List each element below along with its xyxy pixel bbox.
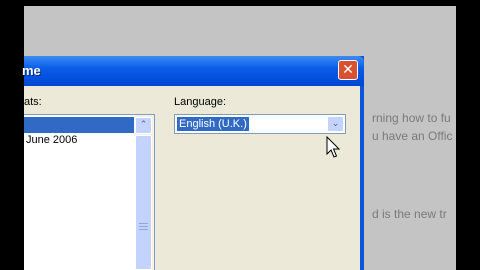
letterbox-right: [456, 0, 480, 270]
scroll-up-button[interactable]: ⌃: [135, 117, 152, 134]
close-icon: ✕: [342, 62, 354, 78]
language-select-value: English (U.K.): [177, 117, 249, 131]
grip-icon: [139, 223, 148, 224]
grip-icon: [139, 226, 148, 227]
scroll-thumb[interactable]: [135, 135, 152, 270]
document-text-line: u have an Offic: [372, 129, 453, 143]
grip-icon: [139, 229, 148, 230]
language-select-dropdown-button[interactable]: ⌄: [327, 116, 344, 132]
letterbox-left: [0, 0, 24, 270]
list-item[interactable]: June 2006: [26, 134, 77, 146]
vertical-scrollbar[interactable]: ⌃: [135, 115, 154, 270]
language-select[interactable]: English (U.K.) ⌄: [174, 114, 346, 134]
dialog-titlebar[interactable]: me ✕: [22, 56, 364, 86]
dialog-title: me: [22, 63, 41, 78]
language-label: Language:: [174, 96, 226, 108]
document-text-line: d is the new tr: [372, 207, 447, 221]
close-button[interactable]: ✕: [338, 60, 358, 80]
formats-label: ats:: [24, 96, 42, 108]
document-text-line: rning how to fu: [372, 111, 451, 125]
formats-listbox[interactable]: June 2006 ⌃: [24, 114, 155, 270]
list-selection-highlight[interactable]: [24, 117, 134, 133]
mouse-cursor-icon: [326, 136, 341, 158]
chevron-down-icon: ⌄: [331, 119, 340, 129]
chevron-up-icon: ⌃: [139, 120, 148, 130]
